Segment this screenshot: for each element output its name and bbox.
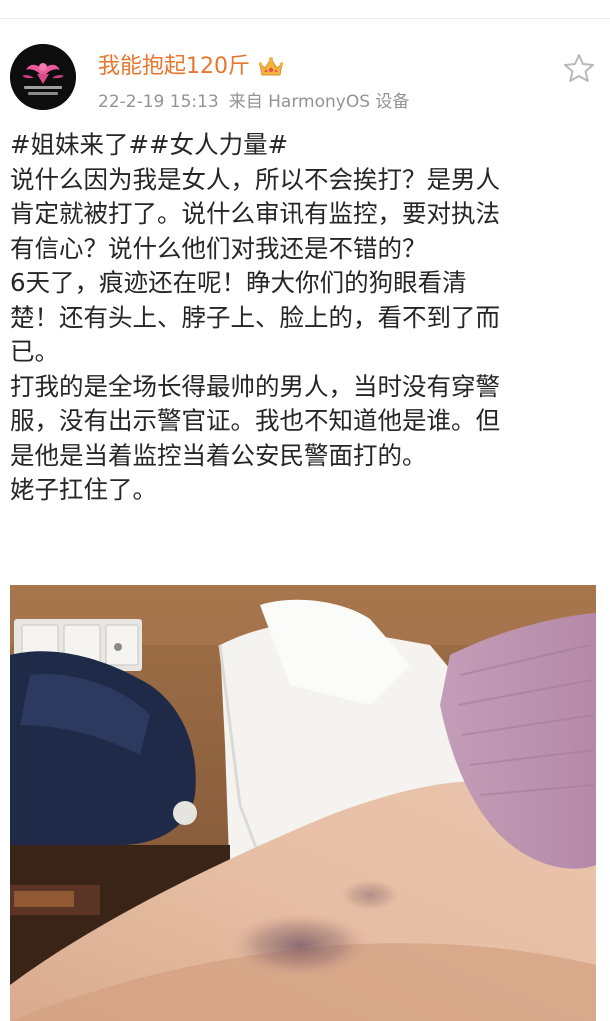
- username[interactable]: 我能抱起120斤: [98, 52, 250, 82]
- post-text-line: 打我的是全场长得最帅的男人，当时没有穿警: [10, 371, 500, 401]
- username-row: 我能抱起120斤: [98, 52, 284, 82]
- post-source: 来自 HarmonyOS 设备: [228, 92, 410, 112]
- post-time: 22-2-19 15:13: [98, 92, 219, 112]
- post-text-line: 是他是当着监控当着公安民警面打的。: [10, 440, 427, 470]
- weibo-post-screen: 我能抱起120斤 22-2-19 15:13 来自 HarmonyOS 设备 #…: [0, 0, 610, 1021]
- girl-power-logo-avatar-icon: [10, 44, 76, 110]
- user-avatar[interactable]: [10, 44, 76, 110]
- post-text-line: 6天了，痕迹还在呢！睁大你们的狗眼看清: [10, 268, 467, 297]
- post-text-line: 已。: [10, 337, 59, 366]
- top-divider: [0, 18, 610, 19]
- post-meta: 22-2-19 15:13 来自 HarmonyOS 设备: [98, 90, 409, 114]
- post-text-line: 有信心？说什么他们对我还是不错的？: [10, 233, 427, 263]
- hashtag-line[interactable]: #姐妹来了##女人力量#: [10, 128, 602, 163]
- post-text-line: 姥子扛住了。: [10, 475, 157, 504]
- favorite-button[interactable]: [563, 53, 595, 83]
- post-text-line: 服，没有出示警官证。我也不知道他是谁。但: [10, 406, 500, 435]
- post-text-line: 肯定就被打了。说什么审讯有监控，要对执法: [10, 199, 500, 228]
- star-outline-icon: [564, 54, 594, 82]
- arm-bruise-photo[interactable]: [10, 585, 596, 1021]
- post-text-line: 楚！还有头上、脖子上、脸上的，看不到了而: [10, 302, 500, 332]
- post-text-line: 说什么因为我是女人，所以不会挨打？是男人: [10, 164, 500, 194]
- post-body: #姐妹来了##女人力量# 说什么因为我是女人，所以不会挨打？是男人 肯定就被打了…: [10, 128, 602, 508]
- photo-illustration: [10, 585, 596, 1021]
- crown-icon: [258, 57, 284, 76]
